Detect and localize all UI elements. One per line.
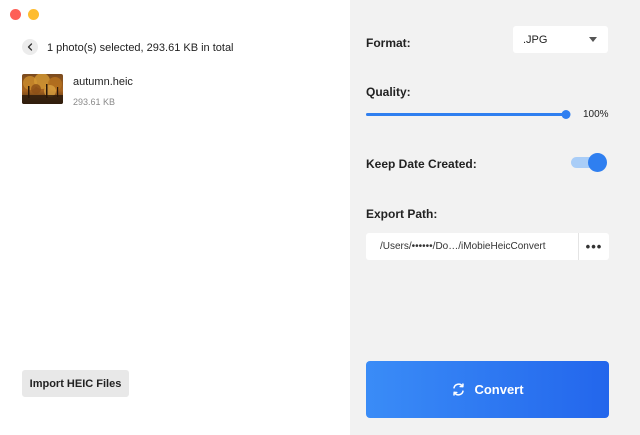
format-label: Format:	[366, 36, 411, 50]
slider-fill	[366, 113, 566, 116]
keep-date-toggle[interactable]	[571, 153, 607, 172]
toggle-knob	[588, 153, 607, 172]
close-window-button[interactable]	[10, 9, 21, 20]
export-path-label: Export Path:	[366, 207, 438, 221]
caret-down-icon	[589, 37, 597, 42]
file-size: 293.61 KB	[73, 97, 116, 107]
file-list-panel: 1 photo(s) selected, 293.61 KB in total	[0, 0, 350, 435]
selection-summary: 1 photo(s) selected, 293.61 KB in total	[47, 42, 234, 54]
file-name: autumn.heic	[73, 76, 133, 88]
settings-panel: Format: .JPG Quality: 100% Keep Date Cre…	[350, 0, 640, 435]
file-thumbnail	[22, 74, 63, 104]
convert-label: Convert	[474, 382, 524, 397]
convert-button[interactable]: Convert	[366, 361, 609, 418]
more-options-button[interactable]: •••	[578, 233, 609, 260]
window-controls	[10, 9, 39, 20]
back-button[interactable]	[22, 39, 38, 55]
refresh-icon	[453, 383, 465, 396]
import-heic-button[interactable]: Import HEIC Files	[22, 370, 129, 397]
quality-slider[interactable]	[366, 110, 571, 119]
minimize-window-button[interactable]	[28, 9, 39, 20]
export-path-field[interactable]: /Users/••••••/Do…/iMobieHeicConvert •••	[366, 233, 609, 260]
list-item[interactable]: autumn.heic 293.61 KB	[22, 74, 133, 107]
slider-knob[interactable]	[561, 110, 571, 119]
quality-value: 100%	[583, 109, 609, 120]
format-select[interactable]: .JPG	[513, 26, 608, 53]
format-value: .JPG	[523, 33, 548, 46]
export-path-value: /Users/••••••/Do…/iMobieHeicConvert	[380, 241, 546, 252]
quality-label: Quality:	[366, 85, 411, 99]
keep-date-label: Keep Date Created:	[366, 157, 477, 171]
chevron-left-icon	[27, 43, 33, 51]
